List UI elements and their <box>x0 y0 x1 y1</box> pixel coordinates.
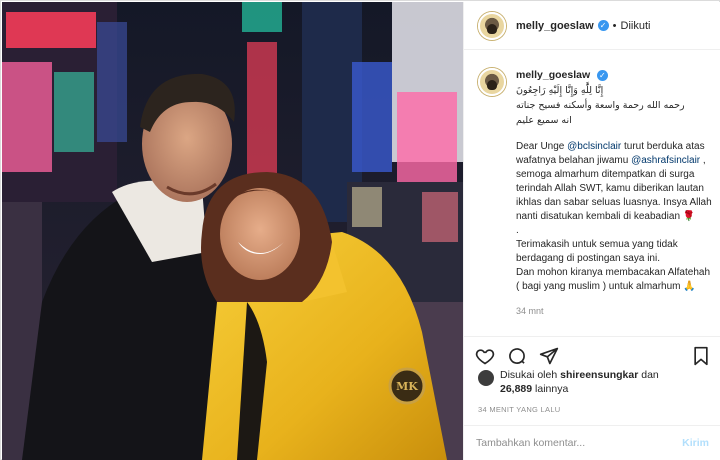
bookmark-icon <box>694 346 708 366</box>
caption-arabic-line-1: إِنَّا لِلَّٰهِ وَإِنَّا إِلَيْهِ رَاجِع… <box>516 85 604 96</box>
caption-body: melly_goeslaw ✓ إِنَّا لِلَّٰهِ وَإِنَّا… <box>516 68 714 318</box>
mention-link[interactable]: @ashrafsinclair <box>631 155 700 166</box>
caption-paragraph-4: Dan mohon kiranya membacakan Alfatehah (… <box>516 267 711 292</box>
like-button[interactable] <box>474 345 496 367</box>
likes-text: Disukai oleh shireensungkar dan 26,889 l… <box>500 368 659 396</box>
post-comment-button[interactable]: Kirim <box>682 437 709 449</box>
comment-icon <box>509 348 525 364</box>
caption-text: Dear Unge <box>516 141 568 152</box>
caption-arabic-line-2: رحمه الله رحمة واسعة وأسكنه فسيح جناته <box>516 100 685 111</box>
mention-link[interactable]: @bclsinclair <box>567 141 621 152</box>
liker-avatar[interactable] <box>478 370 494 386</box>
post-modal: MK melly_goeslaw ✓ • Diikuti melly_goesl… <box>0 0 720 460</box>
verified-badge-icon: ✓ <box>596 70 608 81</box>
caption-header-line: melly_goeslaw ✓ <box>516 69 608 81</box>
likes-suffix: lainnya <box>532 383 569 395</box>
post-header: melly_goeslaw ✓ • Diikuti <box>464 2 720 50</box>
caption-username[interactable]: melly_goeslaw <box>516 69 590 81</box>
post-photo[interactable]: MK <box>2 2 463 460</box>
verified-badge-icon: ✓ <box>597 20 609 31</box>
author-username[interactable]: melly_goeslaw <box>516 20 594 32</box>
share-button[interactable] <box>538 345 560 367</box>
caption-arabic-line-3: انه سميع عليم <box>516 115 572 126</box>
author-avatar[interactable] <box>478 11 506 40</box>
share-icon <box>539 347 559 365</box>
caption-avatar[interactable] <box>478 68 506 96</box>
post-timestamp: 34 MENIT YANG LALU <box>478 405 561 414</box>
photo-illustration: MK <box>2 2 463 460</box>
follow-status-button[interactable]: Diikuti <box>621 20 651 32</box>
likes-middle: dan <box>638 369 659 381</box>
heart-icon <box>475 349 495 365</box>
save-button[interactable] <box>690 345 712 367</box>
likes-count[interactable]: 26,889 <box>500 383 532 395</box>
likes-prefix: Disukai oleh <box>500 369 561 381</box>
comment-button[interactable] <box>506 345 528 367</box>
svg-text:MK: MK <box>396 380 418 393</box>
comment-form: Kirim <box>464 425 720 460</box>
caption-paragraph-2: . <box>516 225 519 236</box>
comment-input[interactable] <box>476 437 683 449</box>
caption-paragraph-1: Dear Unge @bclsinclair turut berduka ata… <box>516 140 714 224</box>
caption-paragraph-3: Terimakasih untuk semua yang tidak berda… <box>516 239 678 264</box>
post-caption: melly_goeslaw ✓ إِنَّا لِلَّٰهِ وَإِنَّا… <box>478 68 714 318</box>
header-separator: • <box>612 19 617 32</box>
post-side-panel: melly_goeslaw ✓ • Diikuti melly_goeslaw … <box>463 2 720 460</box>
liker-username[interactable]: shireensungkar <box>560 369 638 381</box>
likes-summary: Disukai oleh shireensungkar dan 26,889 l… <box>478 368 659 396</box>
caption-time: 34 mnt <box>516 306 544 316</box>
action-bar <box>464 336 720 370</box>
